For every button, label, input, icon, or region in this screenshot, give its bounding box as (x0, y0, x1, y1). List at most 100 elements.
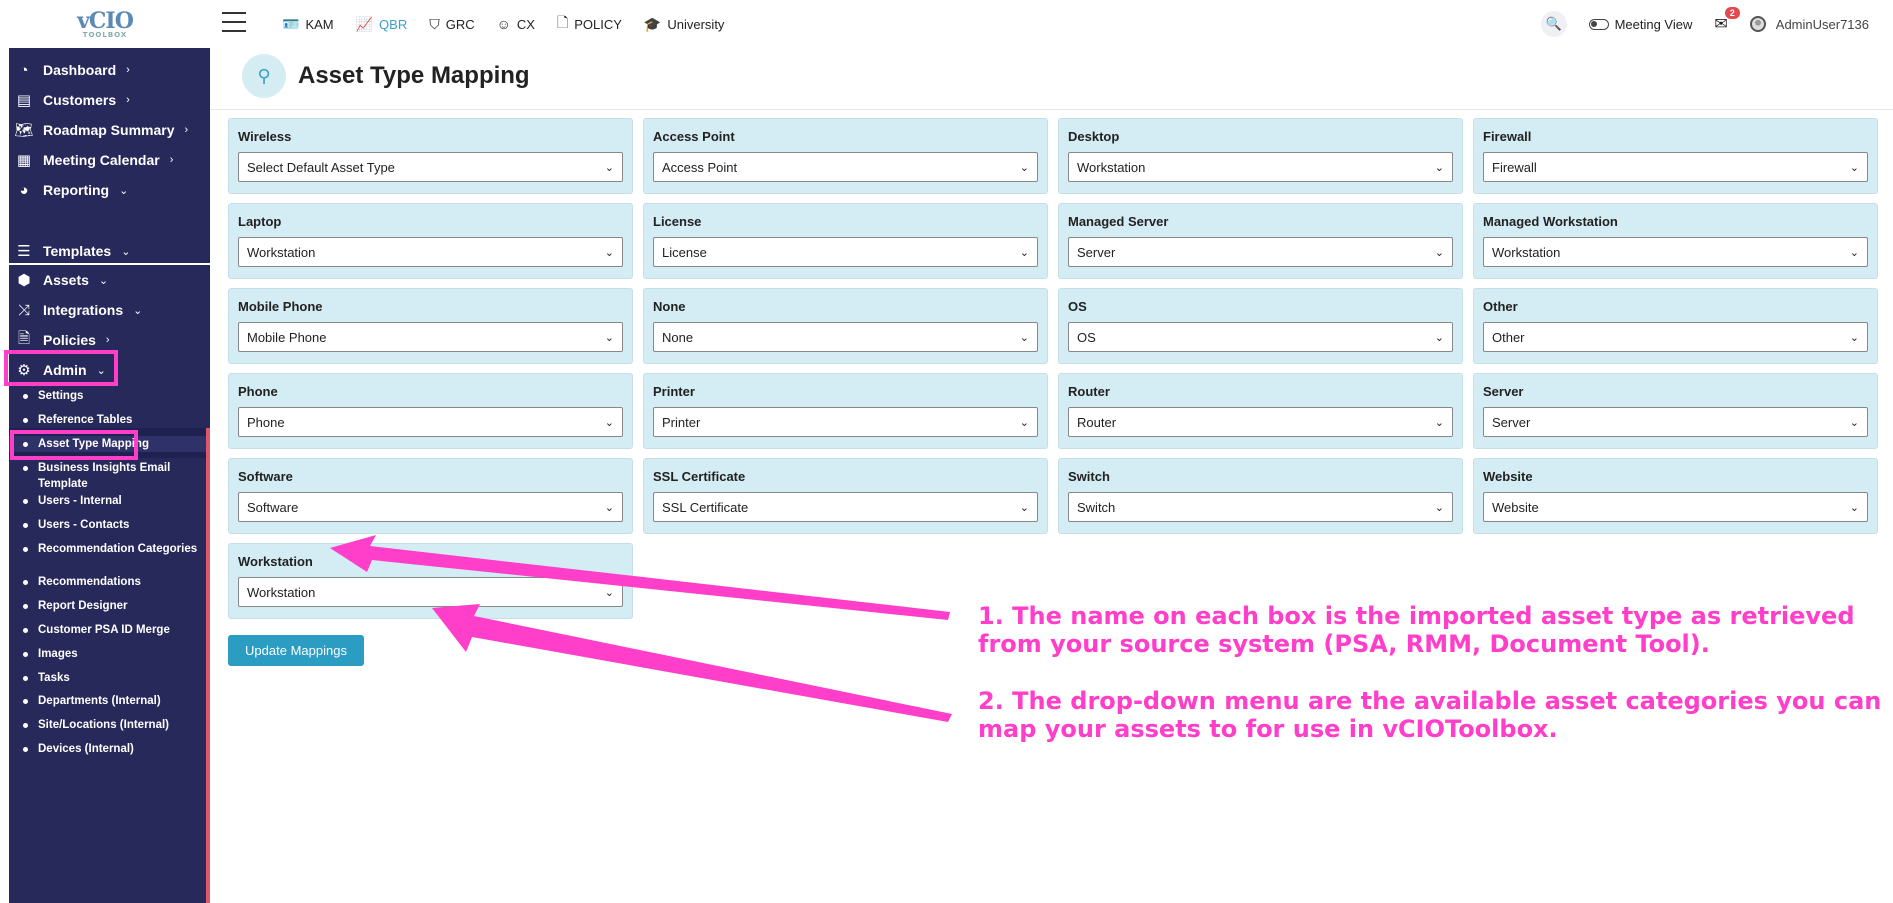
sidebar-item-admin[interactable]: ⚙ Admin ⌄ (9, 355, 210, 385)
sidebar-item-customers[interactable]: ▤ Customers › (9, 85, 210, 115)
chevron-icon: ⌄ (133, 304, 143, 317)
mapping-card: Other Other ⌄ (1473, 288, 1878, 364)
admin-subitem-customer-psa-id-merge[interactable]: Customer PSA ID Merge (9, 622, 206, 638)
mapping-category-select[interactable]: Access Point ⌄ (653, 152, 1038, 182)
chevron-down-icon: ⌄ (1849, 501, 1859, 514)
sidebar-item-integrations[interactable]: ⤨ Integrations ⌄ (9, 295, 210, 325)
mapping-category-select[interactable]: Workstation ⌄ (238, 577, 623, 607)
chevron-down-icon: ⌄ (1849, 246, 1859, 259)
mapping-category-select[interactable]: Mobile Phone ⌄ (238, 322, 623, 352)
chevron-down-icon: ⌄ (1019, 331, 1029, 344)
admin-subitem-label: Departments (Internal) (38, 695, 161, 707)
mapping-category-select[interactable]: SSL Certificate ⌄ (653, 492, 1038, 522)
logo-subtext: TOOLBOX (82, 30, 128, 39)
mapping-category-select[interactable]: Software ⌄ (238, 492, 623, 522)
mapping-grid: Wireless Select Default Asset Type ⌄ Access… (228, 118, 1878, 619)
hamburger-menu-icon[interactable] (222, 12, 246, 32)
admin-subitem-site-locations-internal-[interactable]: Site/Locations (Internal) (9, 717, 206, 733)
user-menu[interactable]: AdminUser7136 (1749, 16, 1869, 32)
mapping-category-select[interactable]: Website ⌄ (1483, 492, 1868, 522)
admin-subitem-business-insights-email-template[interactable]: Business Insights Email Template (9, 460, 206, 492)
mapping-category-select[interactable]: License ⌄ (653, 237, 1038, 267)
mapping-source-type-label: Wireless (238, 129, 292, 144)
update-mappings-button[interactable]: Update Mappings (228, 635, 364, 666)
chevron-icon: › (169, 154, 174, 166)
mapping-category-select[interactable]: Server ⌄ (1068, 237, 1453, 267)
user-name: AdminUser7136 (1775, 16, 1869, 32)
logo[interactable]: vCIO TOOLBOX (0, 0, 210, 48)
list-icon: ☰ (17, 243, 31, 260)
sidebar-item-label: Templates (43, 243, 112, 259)
admin-subitem-devices-internal-[interactable]: Devices (Internal) (9, 741, 206, 757)
mapping-category-select[interactable]: Switch ⌄ (1068, 492, 1453, 522)
nav-item-qbr[interactable]: 📈 QBR (356, 0, 408, 48)
admin-subitem-departments-internal-[interactable]: Departments (Internal) (9, 693, 206, 709)
admin-subitem-recommendations[interactable]: Recommendations (9, 574, 206, 590)
mapping-source-type-label: Firewall (1483, 129, 1532, 144)
select-value: Mobile Phone (247, 329, 327, 345)
sidebar-item-label: Meeting Calendar (43, 152, 160, 168)
bullet-icon (23, 723, 28, 728)
admin-subitem-users-contacts[interactable]: Users - Contacts (9, 517, 206, 533)
admin-subitem-tasks[interactable]: Tasks (9, 670, 206, 686)
nav-item-policy[interactable]: 🗋 POLICY (557, 0, 622, 48)
meeting-view-toggle[interactable]: Meeting View (1588, 17, 1692, 32)
nav-item-cx[interactable]: ☺ CX (497, 0, 535, 48)
sidebar-item-dashboard[interactable]: ◔ Dashboard › (9, 55, 210, 85)
mapping-category-select[interactable]: None ⌄ (653, 322, 1038, 352)
mapping-category-select[interactable]: Router ⌄ (1068, 407, 1453, 437)
mail-icon[interactable]: ✉ 2 (1714, 7, 1740, 34)
sidebar-item-assets[interactable]: ⬢ Assets ⌄ (9, 265, 210, 295)
nav-item-grc[interactable]: ⛉ GRC (429, 0, 474, 48)
mapping-card: Phone Phone ⌄ (228, 373, 633, 449)
mapping-card: Website Website ⌄ (1473, 458, 1878, 534)
nav-item-label: POLICY (574, 16, 622, 32)
admin-subitem-recommendation-categories[interactable]: Recommendation Categories (9, 541, 206, 557)
sidebar-item-label: Roadmap Summary (43, 122, 175, 138)
mapping-icon: ⚲ (242, 54, 286, 98)
select-value: Workstation (247, 584, 316, 600)
mapping-card: Managed Server Server ⌄ (1058, 203, 1463, 279)
admin-subitem-reference-tables[interactable]: Reference Tables (9, 412, 206, 428)
admin-subitem-report-designer[interactable]: Report Designer (9, 598, 206, 614)
mapping-category-select[interactable]: Workstation ⌄ (1483, 237, 1868, 267)
bullet-icon (23, 547, 28, 552)
admin-subitem-images[interactable]: Images (9, 646, 206, 662)
mapping-category-select[interactable]: Phone ⌄ (238, 407, 623, 437)
nav-item-label: QBR (379, 16, 408, 32)
chevron-down-icon: ⌄ (604, 331, 614, 344)
mapping-category-select[interactable]: OS ⌄ (1068, 322, 1453, 352)
sidebar-item-templates[interactable]: ☰ Templates ⌄ (9, 236, 210, 266)
calendar-icon: ▦ (16, 152, 32, 169)
sidebar-item-reporting[interactable]: ◕ Reporting ⌄ (9, 175, 210, 205)
sidebar-item-meeting-calendar[interactable]: ▦ Meeting Calendar › (9, 145, 210, 175)
sidebar-item-policies[interactable]: 🗎 Policies › (9, 325, 210, 355)
mapping-source-type-label: OS (1068, 299, 1087, 314)
nav-item-kam[interactable]: 🪪 KAM (282, 0, 334, 48)
admin-subitem-settings[interactable]: Settings (9, 388, 206, 404)
id-card-icon: 🪪 (282, 15, 300, 32)
nav-item-university[interactable]: 🎓 University (644, 0, 725, 48)
logo-text: vCIO (77, 7, 134, 34)
mapping-category-select[interactable]: Printer ⌄ (653, 407, 1038, 437)
chevron-icon: ⌄ (98, 274, 109, 287)
mapping-category-select[interactable]: Other ⌄ (1483, 322, 1868, 352)
admin-subitem-asset-type-mapping[interactable]: Asset Type Mapping (9, 436, 206, 452)
mapping-category-select[interactable]: Server ⌄ (1483, 407, 1868, 437)
gauge-icon: ◔ (19, 61, 29, 79)
chevron-icon: › (126, 94, 130, 106)
admin-subitem-users-internal[interactable]: Users - Internal (9, 493, 206, 509)
mapping-category-select[interactable]: Workstation ⌄ (1068, 152, 1453, 182)
bullet-icon (23, 628, 28, 633)
bullet-icon (23, 442, 28, 447)
mapping-source-type-label: Switch (1068, 469, 1110, 484)
select-value: Server (1077, 244, 1116, 260)
sidebar-item-roadmap-summary[interactable]: 🗺 Roadmap Summary › (9, 115, 210, 145)
mapping-category-select[interactable]: Workstation ⌄ (238, 237, 623, 267)
shuffle-icon: ⤨ (17, 301, 30, 319)
mapping-source-type-label: Managed Server (1068, 214, 1169, 229)
mapping-category-select[interactable]: Firewall ⌄ (1483, 152, 1868, 182)
mapping-category-select[interactable]: Select Default Asset Type ⌄ (238, 152, 623, 182)
bullet-icon (23, 466, 28, 471)
search-icon[interactable]: 🔍 (1540, 11, 1567, 37)
